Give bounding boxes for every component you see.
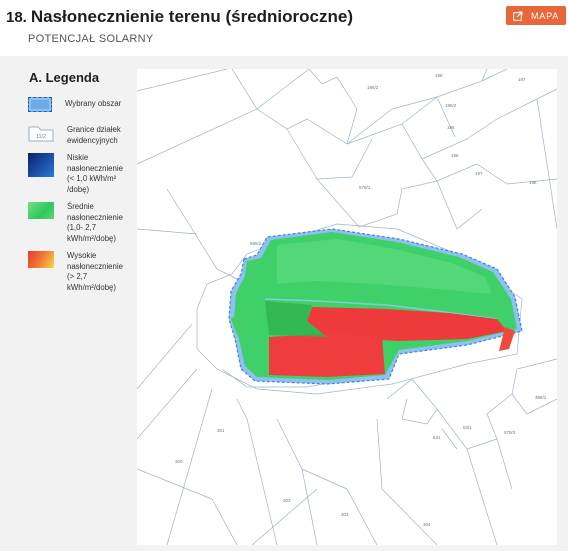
label-line: Niskie — [67, 153, 89, 162]
label-line: (1,0- 2,7 — [67, 223, 97, 232]
map-canvas: 198 195/2 197 196 195/2 196 197 198 578/… — [137, 69, 557, 545]
legend-title: A. Legenda — [29, 70, 100, 85]
parcel-label: 196 — [447, 125, 455, 130]
parcel-label: 300 — [175, 459, 183, 464]
high-insolation-zone-lower — [269, 333, 385, 377]
label-line: kWh/m²/dobę) — [67, 233, 116, 243]
legend-item-high-insolation: Wysokie nasłonecznienie (> 2,7 kWh/m²/do… — [28, 251, 131, 293]
legend-item-parcel-boundaries: 11/2 Granice działek ewidencyjnych — [28, 125, 131, 146]
label-line: kWh/m²/dobę) — [67, 282, 116, 292]
parcel-label: 579/3 — [504, 430, 516, 435]
parcel-label: 197 — [475, 171, 483, 176]
legend-item-medium-insolation: Średnie nasłonecznienie (1,0- 2,7 kWh/m²… — [28, 202, 131, 244]
map-button[interactable]: MAPA — [506, 6, 566, 25]
high-insolation-swatch — [28, 251, 54, 268]
label-line: nasłonecznienie — [67, 261, 123, 271]
title-row: 18. Nasłonecznienie terenu (średnioroczn… — [6, 7, 353, 27]
legend: A. Legenda Wybrany obszar 11/2 Granice d… — [26, 70, 136, 292]
legend-item-label: Wybrany obszar — [65, 99, 122, 108]
map-button-label: MAPA — [530, 10, 560, 21]
label-line: Wysokie — [67, 251, 97, 260]
section-number: 18. — [6, 9, 27, 26]
legend-item-label: Średnie nasłonecznienie (1,0- 2,7 kWh/m²… — [67, 202, 131, 244]
parcel-label: 386/1 — [535, 395, 547, 400]
parcel-boundary-swatch: 11/2 — [28, 126, 54, 142]
label-line: (< 1,0 kWh/m² — [67, 174, 117, 183]
insolation-map[interactable]: 198 195/2 197 196 195/2 196 197 198 578/… — [137, 69, 557, 545]
label-line: nasłonecznienie — [67, 163, 123, 173]
low-insolation-swatch — [28, 153, 54, 177]
parcel-label: 196 — [451, 153, 459, 158]
parcel-label: 195/2 — [367, 85, 379, 90]
parcel-label: 595/2 — [250, 241, 262, 246]
parcel-label: 302 — [283, 498, 291, 503]
parcel-label: 304 — [423, 522, 431, 527]
label-line: nasłonecznienie — [67, 212, 123, 222]
parcel-label: 303 — [341, 512, 349, 517]
parcel-label: 195/2 — [445, 103, 457, 108]
page-title: Nasłonecznienie terenu (średnioroczne) — [30, 7, 353, 26]
medium-insolation-swatch — [28, 202, 54, 219]
label-line: /dobę) — [67, 184, 90, 194]
external-link-icon — [513, 11, 523, 21]
parcel-label: 63/1 — [463, 425, 472, 430]
selected-area-swatch — [28, 97, 52, 112]
legend-item-label: Niskie nasłonecznienie (< 1,0 kWh/m² /do… — [67, 153, 131, 195]
legend-item-selected-area: Wybrany obszar — [28, 97, 129, 112]
label-line: Średnie — [67, 202, 94, 211]
parcel-label: 198 — [435, 73, 443, 78]
label-line: (> 2,7 — [67, 272, 88, 281]
parcel-swatch-number: 11/2 — [36, 134, 46, 140]
parcel-label: 197 — [518, 77, 526, 82]
insolation-overlay — [228, 228, 523, 385]
section-header: 18. Nasłonecznienie terenu (średnioroczn… — [0, 0, 568, 56]
legend-item-low-insolation: Niskie nasłonecznienie (< 1,0 kWh/m² /do… — [28, 153, 131, 195]
parcel-label: 578/1 — [359, 185, 371, 190]
parcel-label: 198 — [529, 180, 537, 185]
parcel-label: 301 — [217, 428, 225, 433]
legend-item-label: Wysokie nasłonecznienie (> 2,7 kWh/m²/do… — [67, 251, 131, 293]
parcel-label: 531 — [433, 435, 441, 440]
legend-item-label: Granice działek ewidencyjnych — [67, 125, 121, 145]
page-subtitle: POTENCJAŁ SOLARNY — [28, 33, 154, 45]
